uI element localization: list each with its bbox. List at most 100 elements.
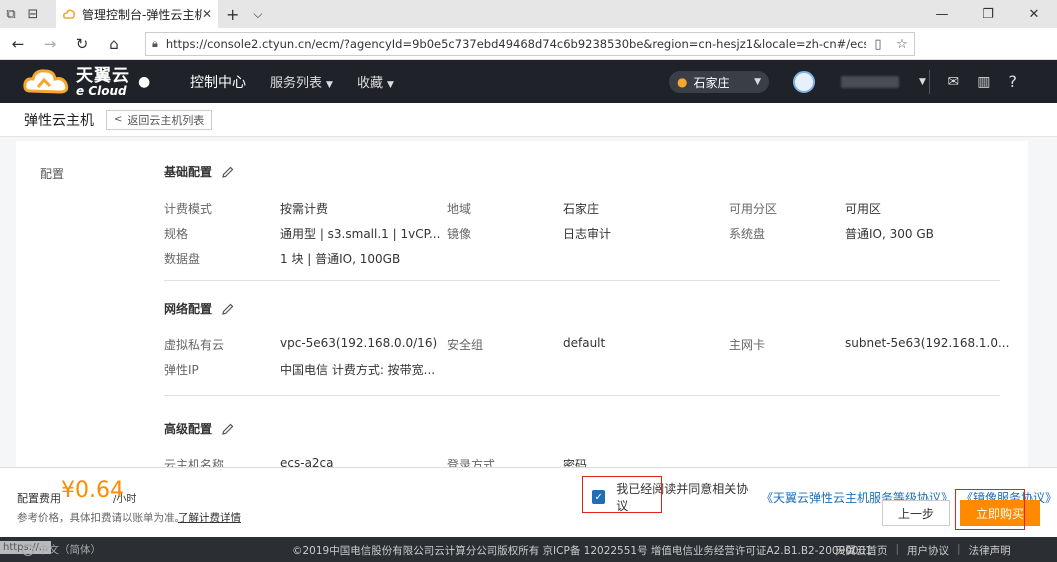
nav-control-center[interactable]: 控制中心 bbox=[190, 72, 246, 92]
caret-down-icon: ▼ bbox=[754, 77, 761, 87]
field-value: 中国电信 计费方式: 按带宽... bbox=[280, 363, 436, 377]
basic-config-title: 基础配置 bbox=[164, 165, 213, 179]
field-value: 通用型 | s3.small.1 | 1vCP... bbox=[280, 227, 441, 241]
link-separator: | bbox=[957, 543, 961, 555]
highlight-box-buy bbox=[955, 489, 1025, 530]
edit-pencil-icon[interactable] bbox=[222, 423, 234, 435]
location-pin-icon: ● bbox=[677, 75, 688, 89]
globe-icon bbox=[22, 543, 34, 556]
section-divider bbox=[164, 395, 1000, 396]
url-field[interactable]: 🔒︎ https://console2.ctyun.cn/ecm/?agency… bbox=[145, 32, 915, 56]
close-icon[interactable]: ✕ bbox=[202, 7, 212, 21]
avatar bbox=[793, 71, 815, 93]
content-area: 配置 基础配置 计费模式 按需计费 地域 石家庄 可用分区 可用区 规格 通用型… bbox=[0, 137, 1057, 467]
app-header: 天翼云 e Cloud ● 控制中心 服务列表 ▼ 收藏 ▼ ● 石家庄 ▼ ▼ ✉… bbox=[0, 60, 1057, 103]
language-label: 中文（简体） bbox=[38, 544, 101, 556]
field-label: 地域 bbox=[447, 202, 472, 216]
edit-pencil-icon[interactable] bbox=[222, 166, 234, 178]
browser-tabbar: ⧉ ⊟ 管理控制台-弹性云主机 ✕ + ⌵ — ❐ ✕ bbox=[0, 0, 1057, 28]
new-tab-icon[interactable]: + bbox=[226, 5, 239, 24]
basic-config-section: 基础配置 bbox=[164, 163, 1000, 180]
footer-link-home[interactable]: 天翼云首页 bbox=[835, 543, 888, 558]
ctyun-logo[interactable]: 天翼云 e Cloud ● bbox=[22, 64, 152, 100]
help-icon[interactable]: ? bbox=[1009, 72, 1018, 91]
back-to-list-button[interactable]: < 返回云主机列表 bbox=[106, 109, 213, 130]
field-value: vpc-5e63(192.168.0.0/16) bbox=[280, 336, 438, 350]
field-label: 镜像 bbox=[447, 227, 472, 241]
field-label: 虚拟私有云 bbox=[164, 338, 225, 352]
field-label: 计费模式 bbox=[164, 202, 213, 216]
network-config-section: 网络配置 bbox=[164, 300, 1000, 317]
previous-step-button[interactable]: 上一步 bbox=[882, 500, 950, 526]
language-selector[interactable]: 中文（简体） bbox=[22, 542, 101, 557]
ctyun-favicon-icon bbox=[63, 9, 76, 19]
mail-icon[interactable]: ✉ bbox=[948, 74, 960, 90]
field-value: 石家庄 bbox=[563, 202, 600, 216]
config-card: 配置 基础配置 计费模式 按需计费 地域 石家庄 可用分区 可用区 规格 通用型… bbox=[16, 141, 1028, 467]
back-to-list-label: 返回云主机列表 bbox=[127, 113, 205, 127]
field-value: 普通IO, 300 GB bbox=[845, 227, 934, 241]
field-value: default bbox=[563, 336, 606, 350]
edit-pencil-icon[interactable] bbox=[222, 303, 234, 315]
page-subheader: 弹性云主机 < 返回云主机列表 bbox=[0, 103, 1057, 137]
chevron-down-icon[interactable]: ⌵ bbox=[253, 7, 262, 22]
logo-dot: ● bbox=[138, 74, 151, 90]
region-label: 石家庄 bbox=[693, 75, 730, 90]
header-separator bbox=[928, 69, 930, 94]
billing-detail-link[interactable]: 了解计费详情 bbox=[178, 510, 241, 525]
favorite-star-icon[interactable]: ☆ bbox=[890, 37, 914, 52]
refresh-icon[interactable]: ↻ bbox=[66, 28, 98, 60]
field-label: 主网卡 bbox=[729, 338, 766, 352]
highlight-box-checkbox bbox=[582, 476, 662, 513]
address-bar: ← → ↻ ⌂ 🔒︎ https://console2.ctyun.cn/ecm… bbox=[0, 28, 1057, 80]
order-footer: 配置费用 ¥0.64 /小时 参考价格，具体扣费请以账单为准。 了解计费详情 ✓… bbox=[0, 467, 1057, 537]
forward-arrow-icon[interactable]: → bbox=[34, 28, 66, 60]
nav-service-list-label: 服务列表 bbox=[270, 76, 323, 91]
caret-down-icon: ▼ bbox=[919, 77, 926, 87]
caret-down-icon: ▼ bbox=[386, 80, 394, 90]
fee-note: 参考价格，具体扣费请以账单为准。 bbox=[17, 512, 185, 524]
field-label: 系统盘 bbox=[729, 227, 766, 241]
field-value: 密码 bbox=[563, 458, 588, 467]
nav-service-list[interactable]: 服务列表 ▼ bbox=[270, 72, 333, 91]
field-value: 按需计费 bbox=[280, 202, 329, 216]
copyright-bar: https://... 中文（简体） ©2019中国电信股份有限公司云计算分公司… bbox=[0, 537, 1057, 562]
field-label: 安全组 bbox=[447, 338, 484, 352]
advanced-config-section: 高级配置 bbox=[164, 420, 1000, 437]
page-title: 弹性云主机 bbox=[24, 112, 94, 129]
minimize-icon[interactable]: — bbox=[919, 0, 965, 28]
field-label: 数据盘 bbox=[164, 252, 201, 266]
field-value: ecs-a2ca bbox=[280, 456, 334, 467]
config-section-label: 配置 bbox=[40, 167, 65, 181]
field-label: 规格 bbox=[164, 227, 189, 241]
home-icon[interactable]: ⌂ bbox=[98, 28, 130, 60]
caret-down-icon: ▼ bbox=[326, 80, 333, 90]
nav-favorites[interactable]: 收藏 ▼ bbox=[357, 72, 394, 91]
region-selector[interactable]: ● 石家庄 ▼ bbox=[669, 71, 769, 93]
back-arrow-icon[interactable]: ← bbox=[2, 28, 34, 60]
link-separator: | bbox=[895, 543, 900, 555]
close-window-icon[interactable]: ✕ bbox=[1011, 0, 1057, 28]
network-config-title: 网络配置 bbox=[164, 302, 213, 316]
tab-aside-icon[interactable]: ⊟ bbox=[22, 0, 44, 28]
tab-actions-icon[interactable]: ⧉ bbox=[0, 0, 22, 28]
field-label: 弹性IP bbox=[164, 363, 199, 377]
restore-icon[interactable]: ❐ bbox=[965, 0, 1011, 28]
cloud-logo-icon bbox=[23, 69, 69, 94]
advanced-config-title: 高级配置 bbox=[164, 422, 213, 436]
fee-label: 配置费用 bbox=[17, 492, 61, 505]
tab-title: 管理控制台-弹性云主机 bbox=[82, 7, 202, 22]
user-menu[interactable]: ▼ bbox=[793, 70, 926, 94]
browser-tab[interactable]: 管理控制台-弹性云主机 ✕ bbox=[56, 0, 218, 28]
nav-favorites-label: 收藏 bbox=[356, 76, 383, 91]
lock-icon: 🔒︎ bbox=[152, 37, 158, 50]
footer-link-legal[interactable]: 法律声明 bbox=[969, 543, 1011, 558]
footer-link-user-agreement[interactable]: 用户协议 bbox=[907, 543, 949, 558]
field-label: 可用分区 bbox=[729, 202, 778, 216]
section-divider bbox=[164, 280, 1000, 281]
reading-view-icon[interactable]: ▯ bbox=[866, 37, 890, 52]
logo-text-cn: 天翼云 bbox=[76, 65, 130, 86]
chevron-left-icon: < bbox=[114, 114, 123, 125]
bar-chart-icon[interactable]: ▥ bbox=[977, 74, 990, 90]
field-value: subnet-5e63(192.168.1.0... bbox=[845, 336, 1010, 350]
